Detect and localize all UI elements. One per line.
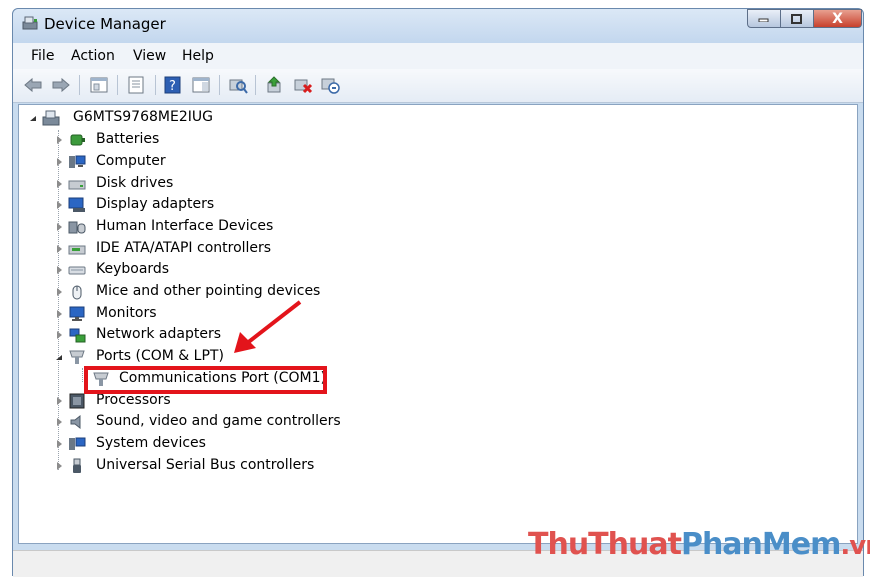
tree-item-label: Computer	[96, 153, 166, 169]
expanded-arrow-icon[interactable]	[56, 355, 63, 361]
network-adapter-icon	[69, 328, 86, 343]
disable-icon[interactable]	[320, 76, 340, 94]
tree-item-label: Batteries	[96, 131, 160, 147]
menu-view[interactable]: View	[133, 48, 166, 64]
update-driver-icon[interactable]	[265, 76, 285, 94]
tree-item-label: Human Interface Devices	[96, 218, 274, 234]
device-tree-pane	[18, 104, 858, 544]
system-device-icon	[69, 437, 86, 450]
tree-item-label: Keyboards	[96, 261, 170, 277]
tree-item-label: Universal Serial Bus controllers	[96, 457, 315, 473]
battery-icon	[70, 134, 85, 146]
device-manager-icon	[22, 16, 38, 30]
tree-item-label: IDE ATA/ATAPI controllers	[96, 240, 272, 256]
root-label: G6MTS9768ME2IUG	[73, 109, 213, 125]
scan-hardware-icon[interactable]	[228, 76, 248, 94]
toolbar: ?	[13, 69, 863, 103]
maximize-icon	[791, 13, 802, 24]
port-icon	[69, 350, 85, 364]
hid-icon	[68, 221, 86, 234]
uninstall-icon[interactable]	[293, 76, 313, 94]
computer-root-icon	[42, 110, 60, 126]
disk-drive-icon	[68, 180, 86, 190]
expand-arrow-icon[interactable]	[57, 462, 62, 470]
minimize-icon	[758, 18, 769, 22]
menu-action[interactable]: Action	[71, 48, 115, 64]
tree-item-label: Sound, video and game controllers	[96, 413, 341, 429]
maximize-button[interactable]	[781, 9, 814, 28]
expand-arrow-icon[interactable]	[57, 266, 62, 274]
expand-arrow-icon[interactable]	[57, 158, 62, 166]
svg-text:?: ?	[169, 79, 176, 94]
display-adapter-icon	[68, 197, 85, 212]
keyboard-icon	[68, 266, 86, 275]
menu-bar: File Action View Help	[13, 43, 863, 70]
window-controls: X	[747, 9, 862, 29]
monitor-icon	[69, 306, 85, 321]
forward-arrow-icon[interactable]	[51, 76, 71, 94]
expand-arrow-icon[interactable]	[57, 136, 62, 144]
expand-arrow-icon[interactable]	[57, 440, 62, 448]
menu-file[interactable]: File	[31, 48, 54, 64]
expand-arrow-icon[interactable]	[57, 245, 62, 253]
close-button[interactable]: X	[814, 9, 862, 28]
expanded-arrow-icon[interactable]	[30, 116, 37, 122]
show-hide-tree-icon[interactable]	[89, 76, 109, 94]
tree-item-label: Display adapters	[96, 196, 215, 212]
watermark: ThuThuatPhanMem.vn	[528, 527, 870, 562]
tree-item-label: Processors	[96, 392, 171, 408]
close-icon: X	[832, 10, 843, 27]
help-icon[interactable]: ?	[163, 76, 183, 94]
expand-arrow-icon[interactable]	[57, 397, 62, 405]
computer-icon	[69, 155, 86, 168]
processor-icon	[69, 393, 85, 409]
highlight-box	[84, 366, 327, 394]
tree-item-label: Disk drives	[96, 175, 174, 191]
expand-arrow-icon[interactable]	[57, 201, 62, 209]
properties-icon[interactable]	[126, 76, 146, 94]
window-title: Device Manager	[44, 15, 166, 33]
minimize-button[interactable]	[747, 9, 781, 28]
mouse-icon	[72, 285, 82, 300]
annotation-arrow-icon	[234, 300, 302, 353]
tree-item-label: Monitors	[96, 305, 157, 321]
expand-arrow-icon[interactable]	[57, 418, 62, 426]
menu-help[interactable]: Help	[182, 48, 214, 64]
expand-arrow-icon[interactable]	[57, 288, 62, 296]
expand-arrow-icon[interactable]	[57, 223, 62, 231]
tree-item-label: System devices	[96, 435, 206, 451]
expand-arrow-icon[interactable]	[57, 331, 62, 339]
tree-item-label: Ports (COM & LPT)	[96, 348, 224, 364]
ide-controller-icon	[68, 245, 86, 255]
action-pane-icon[interactable]	[191, 76, 211, 94]
usb-icon	[73, 458, 81, 473]
expand-arrow-icon[interactable]	[57, 310, 62, 318]
sound-icon	[70, 414, 81, 430]
tree-item-label: Network adapters	[96, 326, 221, 342]
back-arrow-icon[interactable]	[23, 76, 43, 94]
expand-arrow-icon[interactable]	[57, 180, 62, 188]
